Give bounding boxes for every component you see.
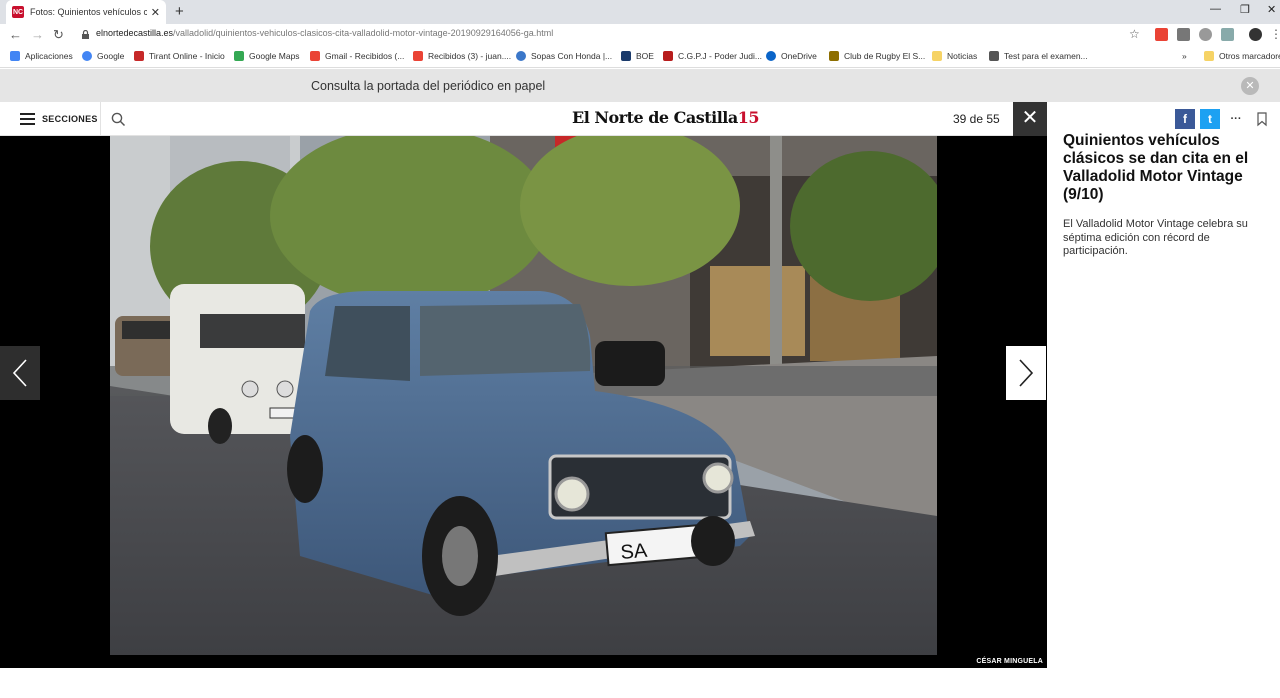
license-plate-text: SA [620, 540, 649, 564]
site-logo[interactable]: El Norte de Castilla15 [572, 108, 760, 127]
search-icon[interactable] [111, 112, 126, 127]
article-description: El Valladolid Motor Vintage celebra su s… [1063, 218, 1248, 257]
photo-info-panel: Quinientos vehículos clásicos se dan cit… [1047, 132, 1280, 668]
bookmark-item[interactable]: Aplicaciones [10, 51, 73, 61]
wordpress-icon [516, 51, 526, 61]
chevron-left-icon [12, 359, 27, 387]
bookmark-item[interactable]: Tirant Online - Inicio [134, 51, 225, 61]
other-bookmarks[interactable]: Otros marcadores [1204, 51, 1280, 61]
browser-menu-icon[interactable]: ⋮ [1270, 27, 1280, 41]
bookmarks-overflow[interactable]: » [1182, 51, 1187, 61]
bookmark-item[interactable]: C.G.P.J - Poder Judi... [663, 51, 762, 61]
bookmark-item[interactable]: OneDrive [766, 51, 817, 61]
restore-icon[interactable]: ❐ [1240, 3, 1250, 16]
bookmark-item[interactable]: Gmail - Recibidos (... [310, 51, 404, 61]
gmail-icon [413, 51, 423, 61]
folder-icon [1204, 51, 1214, 61]
logo-anniversary-number: 15 [737, 108, 760, 127]
bookmark-item[interactable]: Sopas Con Honda |... [516, 51, 612, 61]
photo-counter: 39 de 55 [953, 112, 1000, 126]
more-share-icon[interactable]: ··· [1226, 109, 1246, 129]
rugby-club-icon [829, 51, 839, 61]
bookmark-item[interactable]: Noticias [932, 51, 977, 61]
forward-icon[interactable]: → [31, 27, 44, 42]
new-tab-icon[interactable]: + [175, 3, 184, 20]
gallery-photo[interactable]: SA [110, 136, 937, 655]
maps-icon [234, 51, 244, 61]
print-edition-banner: Consulta la portada del periódico en pap… [0, 69, 1280, 102]
gmail-extension-icon[interactable] [1155, 28, 1168, 41]
menu-icon[interactable] [20, 113, 35, 125]
print-edition-link[interactable]: Consulta la portada del periódico en pap… [311, 79, 545, 93]
next-photo-button[interactable] [1006, 346, 1046, 400]
lock-icon[interactable] [82, 30, 89, 39]
bookmark-item[interactable]: Recibidos (3) - juan.... [413, 51, 511, 61]
extension-icon[interactable] [1199, 28, 1212, 41]
sections-menu-button[interactable]: SECCIONES [42, 114, 98, 124]
gmail-icon [310, 51, 320, 61]
boe-icon [621, 51, 631, 61]
photo-gallery: SA CÉSAR MINGUELA [0, 136, 1047, 668]
share-toolbar: f t ··· [1047, 102, 1280, 136]
banner-close-icon[interactable]: ✕ [1241, 77, 1259, 95]
classic-car-photo: SA [110, 136, 937, 655]
bookmark-icon[interactable] [1252, 109, 1272, 129]
reload-icon[interactable]: ↻ [53, 27, 64, 43]
chevron-right-icon [1019, 359, 1034, 387]
divider [100, 102, 101, 136]
browser-tab-strip: NC Fotos: Quinientos vehículos clási ✕ +… [0, 0, 1280, 24]
bookmark-item[interactable]: Google Maps [234, 51, 300, 61]
cgpj-icon [663, 51, 673, 61]
profile-avatar-icon[interactable] [1249, 28, 1262, 41]
window-close-icon[interactable]: ✕ [1267, 3, 1276, 16]
back-icon[interactable]: ← [9, 27, 22, 42]
url-path: /valladolid/quinientos-vehiculos-clasico… [173, 28, 554, 38]
site-favicon-icon: NC [12, 6, 24, 18]
previous-photo-button[interactable] [0, 346, 40, 400]
article-title: Quinientos vehículos clásicos se dan cit… [1063, 132, 1249, 203]
site-header: SECCIONES El Norte de Castilla15 39 de 5… [0, 102, 1047, 136]
address-toolbar: ← → ↻ elnortedecastilla.es/valladolid/qu… [0, 24, 1280, 46]
folder-icon [932, 51, 942, 61]
bookmark-star-icon[interactable]: ☆ [1129, 27, 1140, 41]
test-icon [989, 51, 999, 61]
url-field[interactable]: elnortedecastilla.es/valladolid/quinient… [96, 28, 553, 38]
tirant-icon [134, 51, 144, 61]
twitter-share-icon[interactable]: t [1200, 109, 1220, 129]
tab-close-icon[interactable]: ✕ [151, 6, 160, 19]
facebook-share-icon[interactable]: f [1175, 109, 1195, 129]
minimize-icon[interactable]: — [1210, 3, 1221, 15]
google-icon [82, 51, 92, 61]
url-host: elnortedecastilla.es [96, 28, 174, 38]
gallery-close-button[interactable]: ✕ [1013, 102, 1047, 136]
photo-credit: CÉSAR MINGUELA [976, 658, 1043, 665]
extension-icon[interactable] [1221, 28, 1234, 41]
bookmark-item[interactable]: Test para el examen... [989, 51, 1088, 61]
browser-tab[interactable]: NC Fotos: Quinientos vehículos clási ✕ [6, 0, 166, 24]
bookmark-item[interactable]: BOE [621, 51, 654, 61]
tab-title: Fotos: Quinientos vehículos clási [30, 7, 147, 17]
bookmarks-bar: Aplicaciones Google Tirant Online - Inic… [0, 46, 1280, 68]
onedrive-icon [766, 51, 776, 61]
bookmark-item[interactable]: Club de Rugby El S... [829, 51, 925, 61]
logo-text: El Norte de Castilla [572, 108, 738, 127]
bookmark-item[interactable]: Google [82, 51, 124, 61]
extension-icon[interactable] [1177, 28, 1190, 41]
apps-icon [10, 51, 20, 61]
